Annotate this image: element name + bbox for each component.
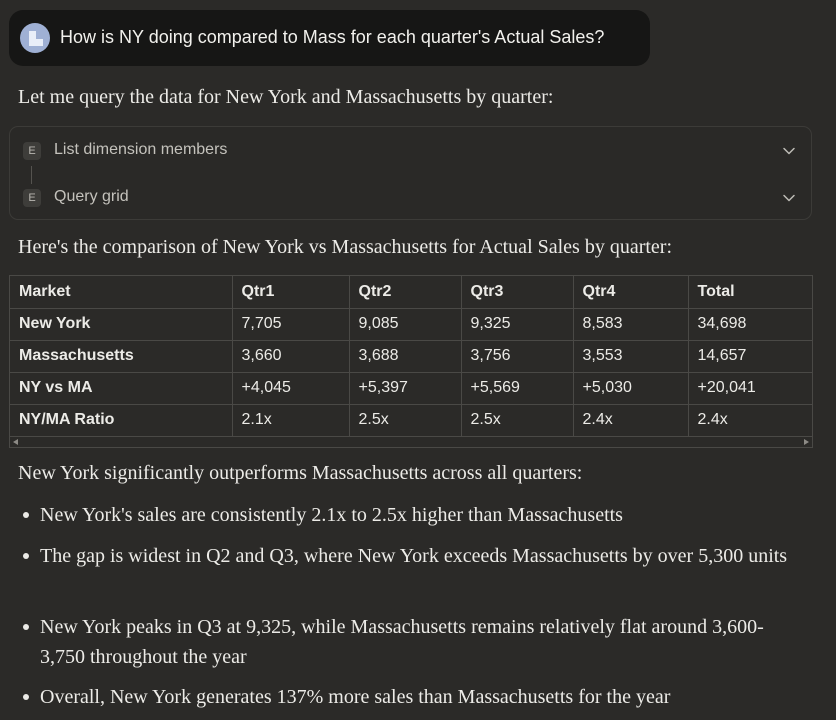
- table-cell: 8,583: [573, 308, 689, 341]
- table-cell: 2.5x: [461, 404, 574, 437]
- tool-calls-panel: E List dimension members E Query grid: [9, 126, 812, 220]
- list-item-text: New York's sales are consistently 2.1x t…: [40, 504, 623, 526]
- table-cell: 34,698: [688, 308, 813, 341]
- bullet-icon: [23, 694, 29, 700]
- table-cell: 3,553: [573, 340, 689, 373]
- table-row: NY vs MA +4,045 +5,397 +5,569 +5,030 +20…: [10, 372, 813, 405]
- table-cell: +5,397: [349, 372, 462, 405]
- bullet-icon: [23, 553, 29, 559]
- tool-label: List dimension members: [54, 141, 228, 158]
- list-item-text: New York peaks in Q3 at 9,325, while Mas…: [40, 616, 764, 668]
- comparison-table-container: Market Qtr1 Qtr2 Qtr3 Qtr4 Total New Yor…: [9, 275, 813, 448]
- table-cell: 2.5x: [349, 404, 462, 437]
- chevron-down-icon[interactable]: [781, 190, 797, 206]
- table-row: NY/MA Ratio 2.1x 2.5x 2.5x 2.4x 2.4x: [10, 404, 813, 437]
- user-message-text: How is NY doing compared to Mass for eac…: [60, 27, 605, 47]
- table-cell: 2.1x: [232, 404, 350, 437]
- list-item-text: Overall, New York generates 137% more sa…: [40, 686, 671, 708]
- table-row: New York 7,705 9,085 9,325 8,583 34,698: [10, 308, 813, 341]
- tool-call-list-dimension-members[interactable]: E List dimension members: [10, 136, 811, 166]
- row-label: NY vs MA: [10, 372, 233, 405]
- table-cell: 2.4x: [573, 404, 689, 437]
- table-cell: 2.4x: [688, 404, 813, 437]
- user-message: How is NY doing compared to Mass for eac…: [9, 10, 650, 66]
- summary-text: New York significantly outperforms Massa…: [18, 462, 583, 484]
- table-header-row: Market Qtr1 Qtr2 Qtr3 Qtr4 Total: [10, 276, 813, 309]
- chevron-down-icon[interactable]: [781, 143, 797, 159]
- list-item-text: The gap is widest in Q2 and Q3, where Ne…: [40, 545, 788, 567]
- table-cell: 3,660: [232, 340, 350, 373]
- table-cell: 3,756: [461, 340, 574, 373]
- scroll-right-icon[interactable]: [804, 439, 809, 445]
- table-cell: +5,030: [573, 372, 689, 405]
- table-cell: 9,085: [349, 308, 462, 341]
- bullet-icon: [23, 624, 29, 630]
- tool-label: Query grid: [54, 188, 129, 205]
- bullet-icon: [23, 512, 29, 518]
- response-intro: Let me query the data for New York and M…: [18, 86, 554, 108]
- table-cell: 9,325: [461, 308, 574, 341]
- table-horizontal-scrollbar[interactable]: [10, 437, 812, 447]
- row-label: Massachusetts: [10, 340, 233, 373]
- tool-badge: E: [23, 142, 41, 160]
- column-header: Qtr3: [461, 276, 574, 309]
- column-header: Market: [10, 276, 233, 309]
- row-label: NY/MA Ratio: [10, 404, 233, 437]
- comparison-lead: Here's the comparison of New York vs Mas…: [18, 236, 673, 258]
- scroll-left-icon[interactable]: [13, 439, 18, 445]
- table-cell: 7,705: [232, 308, 350, 341]
- table-cell: +4,045: [232, 372, 350, 405]
- table-cell: 14,657: [688, 340, 813, 373]
- comparison-table: Market Qtr1 Qtr2 Qtr3 Qtr4 Total New Yor…: [10, 276, 813, 437]
- table-cell: 3,688: [349, 340, 462, 373]
- tool-call-query-grid[interactable]: E Query grid: [10, 183, 811, 213]
- tool-badge: E: [23, 189, 41, 207]
- table-cell: +20,041: [688, 372, 813, 405]
- table-cell: +5,569: [461, 372, 574, 405]
- column-header: Qtr4: [573, 276, 689, 309]
- row-label: New York: [10, 308, 233, 341]
- user-avatar-icon: [20, 23, 50, 53]
- table-row: Massachusetts 3,660 3,688 3,756 3,553 14…: [10, 340, 813, 373]
- column-header: Total: [688, 276, 813, 309]
- tool-connector: [31, 166, 32, 184]
- column-header: Qtr1: [232, 276, 350, 309]
- column-header: Qtr2: [349, 276, 462, 309]
